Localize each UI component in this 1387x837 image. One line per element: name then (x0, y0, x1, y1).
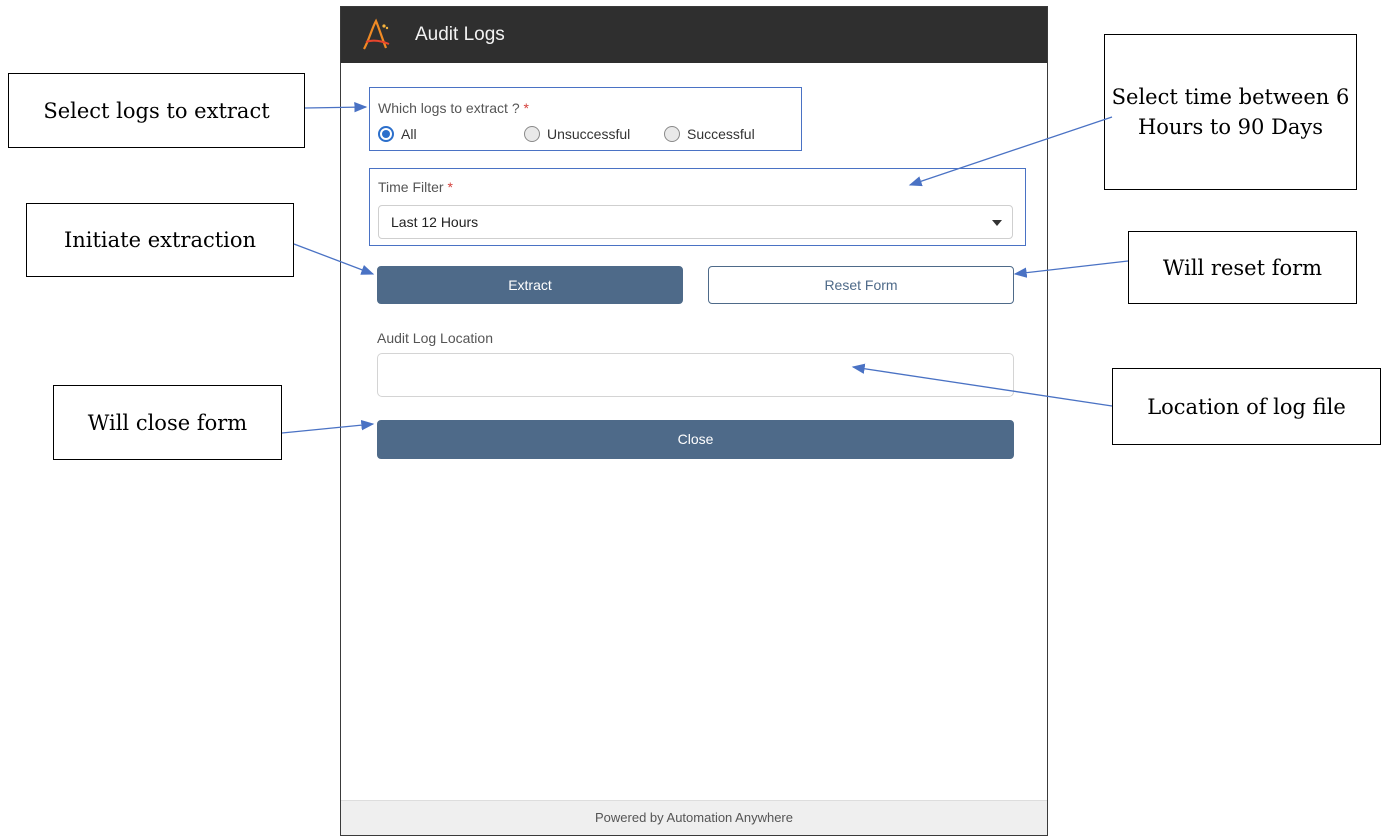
logs-selection-group: Which logs to extract ? * All Unsuccessf… (369, 87, 802, 151)
automation-anywhere-logo-icon (363, 18, 390, 50)
callout-reset-form: Will reset form (1128, 231, 1357, 304)
extract-button[interactable]: Extract (377, 266, 683, 304)
required-mark: * (523, 100, 529, 116)
reset-form-button[interactable]: Reset Form (708, 266, 1014, 304)
audit-log-location-input[interactable] (377, 353, 1014, 397)
close-button[interactable]: Close (377, 420, 1014, 459)
audit-log-location-label: Audit Log Location (377, 330, 493, 346)
time-filter-group: Time Filter * Last 12 Hours (369, 168, 1026, 246)
radio-unsuccessful[interactable]: Unsuccessful (524, 126, 630, 142)
logs-label: Which logs to extract ? * (378, 100, 529, 116)
logs-label-text: Which logs to extract ? (378, 100, 520, 116)
callout-select-logs: Select logs to extract (8, 73, 305, 148)
radio-unsuccessful-circle[interactable] (524, 126, 540, 142)
radio-all-circle[interactable] (378, 126, 394, 142)
radio-all[interactable]: All (378, 126, 417, 142)
form-content: Which logs to extract ? * All Unsuccessf… (341, 63, 1047, 801)
radio-successful-label: Successful (687, 126, 755, 142)
radio-successful[interactable]: Successful (664, 126, 755, 142)
caret-down-icon[interactable] (992, 220, 1002, 226)
callout-close-form: Will close form (53, 385, 282, 460)
required-mark: * (447, 179, 453, 195)
window-title: Audit Logs (415, 24, 505, 45)
time-filter-label: Time Filter * (378, 179, 453, 195)
time-filter-value: Last 12 Hours (391, 214, 479, 230)
callout-log-location: Location of log file (1112, 368, 1381, 445)
time-filter-label-text: Time Filter (378, 179, 444, 195)
time-filter-select[interactable]: Last 12 Hours (378, 205, 1013, 239)
callout-initiate-extraction: Initiate extraction (26, 203, 294, 277)
title-bar: Audit Logs (341, 7, 1047, 63)
callout-select-time: Select time between 6 Hours to 90 Days (1104, 34, 1357, 190)
footer: Powered by Automation Anywhere (341, 800, 1047, 835)
radio-successful-circle[interactable] (664, 126, 680, 142)
logs-radio-group: All Unsuccessful Successful (378, 126, 798, 148)
radio-unsuccessful-label: Unsuccessful (547, 126, 631, 142)
audit-logs-window: Audit Logs Which logs to extract ? * All… (340, 6, 1048, 836)
radio-all-label: All (401, 126, 417, 142)
